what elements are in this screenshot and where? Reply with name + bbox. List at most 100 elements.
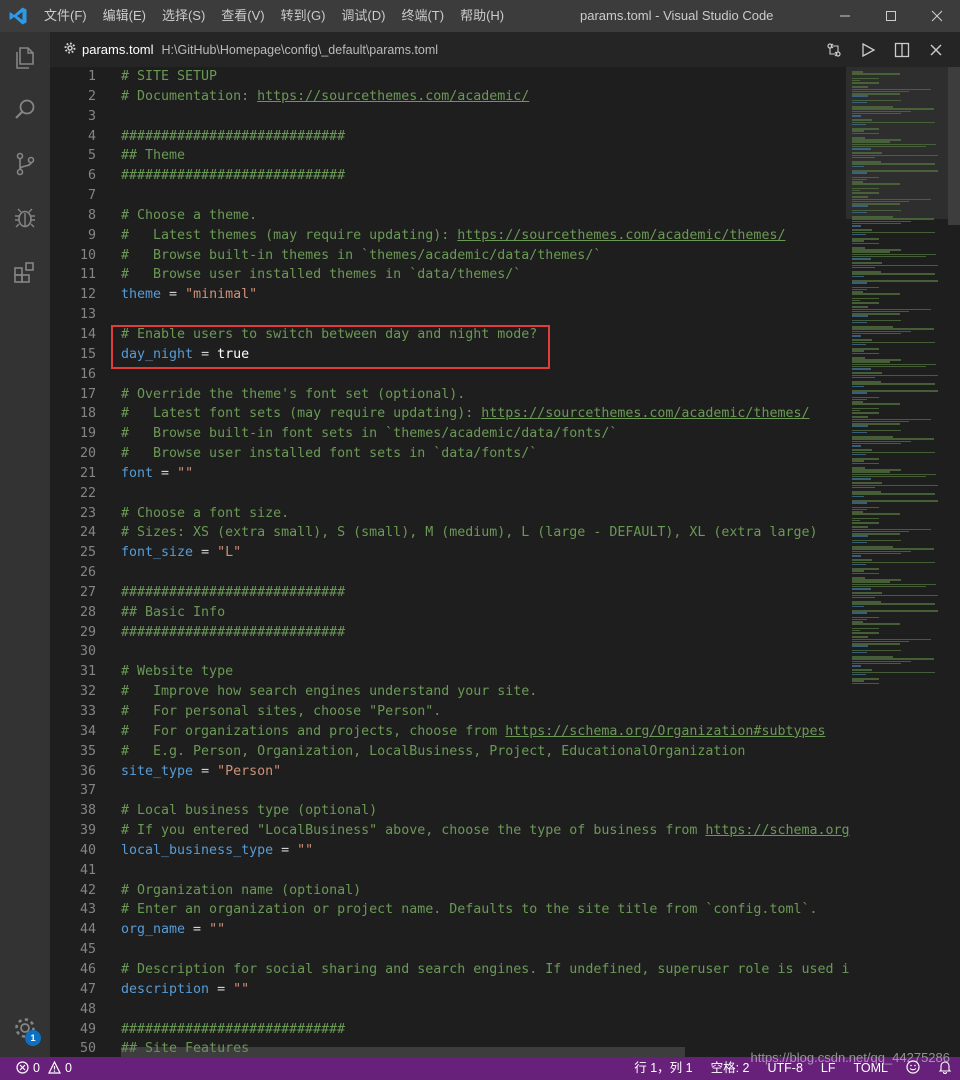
minimap-line bbox=[852, 563, 867, 566]
code-token: site_type bbox=[121, 763, 194, 779]
code-token: # Sizes: XS (extra small), S (small), M … bbox=[121, 525, 818, 541]
code-line: # Latest font sets (may require updating… bbox=[121, 404, 851, 424]
code-token: = bbox=[185, 922, 210, 938]
line-number: 47 bbox=[79, 981, 96, 997]
line-number: 11 bbox=[79, 267, 96, 283]
vertical-scrollbar[interactable] bbox=[948, 67, 960, 1057]
code-link[interactable]: https://sourcethemes.com/academic/themes… bbox=[457, 228, 785, 243]
minimap[interactable] bbox=[846, 67, 948, 1057]
indentation[interactable]: 空格: 2 bbox=[711, 1057, 750, 1080]
code-line: ############################ bbox=[121, 623, 851, 643]
minimize-icon[interactable] bbox=[822, 0, 868, 32]
minimap-line bbox=[852, 95, 869, 97]
code-link[interactable]: https://sourcethemes.com/academic/ bbox=[257, 89, 529, 104]
activity-bar: 1 bbox=[0, 32, 50, 1057]
run-play-icon[interactable] bbox=[858, 40, 878, 60]
code-token: # Browse user installed font sets in `da… bbox=[121, 446, 538, 462]
menu-item[interactable]: 编辑(E) bbox=[95, 0, 154, 32]
minimap-line bbox=[852, 233, 867, 236]
close-window-icon[interactable] bbox=[914, 0, 960, 32]
source-control-icon[interactable] bbox=[0, 140, 50, 188]
code-token: = bbox=[209, 981, 234, 997]
vscode-logo-icon bbox=[8, 6, 28, 26]
code-token: = bbox=[153, 465, 178, 481]
menu-item[interactable]: 查看(V) bbox=[213, 0, 272, 32]
line-number: 19 bbox=[79, 426, 96, 442]
minimap-line bbox=[852, 502, 868, 504]
horizontal-scrollbar-thumb[interactable] bbox=[121, 1047, 685, 1057]
extensions-icon[interactable] bbox=[0, 248, 50, 296]
cursor-position[interactable]: 行 1，列 1 bbox=[634, 1057, 692, 1080]
debug-icon[interactable] bbox=[0, 194, 50, 242]
code-line: font = "" bbox=[121, 464, 851, 484]
code-line: ​ bbox=[121, 642, 851, 662]
minimap-line bbox=[852, 513, 901, 515]
minimap-line bbox=[852, 273, 935, 275]
code-link[interactable]: https://sourcethemes.com/academic/themes… bbox=[481, 406, 809, 421]
minimap-line bbox=[852, 315, 869, 317]
code-line: # For personal sites, choose "Person". bbox=[121, 702, 851, 722]
line-number: 8 bbox=[87, 207, 96, 223]
code-token: ############################ bbox=[121, 584, 346, 600]
tab-params-toml[interactable]: params.toml H:\GitHub\Homepage\config\_d… bbox=[64, 32, 438, 67]
code-line: site_type = "Person" bbox=[121, 762, 851, 782]
menu-item[interactable]: 文件(F) bbox=[36, 0, 95, 32]
menu-item[interactable]: 转到(G) bbox=[273, 0, 334, 32]
minimap-line bbox=[852, 282, 868, 284]
code-line: ## Basic Info bbox=[121, 603, 851, 623]
editor-actions bbox=[824, 32, 946, 67]
menu-bar: 文件(F) 编辑(E) 选择(S) 查看(V) 转到(G) 调试(D) 终端(T) 帮助(H) bbox=[36, 0, 512, 32]
code-token: # Latest themes (may require updating): bbox=[121, 227, 458, 243]
line-number: 42 bbox=[79, 882, 96, 898]
line-number: 48 bbox=[79, 1001, 96, 1017]
code-content[interactable]: # SITE SETUP # Documentation: https://sou… bbox=[121, 67, 851, 1057]
vertical-scrollbar-thumb[interactable] bbox=[948, 67, 960, 225]
menu-item[interactable]: 调试(D) bbox=[333, 0, 393, 32]
problems-indicator[interactable]: 0 0 bbox=[16, 1057, 72, 1080]
minimap-line bbox=[852, 665, 861, 667]
line-number: 12 bbox=[79, 287, 96, 303]
minimap-line bbox=[852, 123, 867, 126]
minimap-line bbox=[852, 258, 871, 260]
code-token: "" bbox=[209, 922, 226, 938]
code-link[interactable]: https://schema.org bbox=[705, 823, 849, 838]
minimap-line bbox=[852, 486, 875, 489]
code-link[interactable]: https://schema.org/Organization#subtypes bbox=[505, 724, 825, 739]
code-line: ​ bbox=[121, 940, 851, 960]
open-changes-icon[interactable] bbox=[824, 40, 844, 60]
menu-item[interactable]: 选择(S) bbox=[154, 0, 213, 32]
menu-item[interactable]: 终端(T) bbox=[393, 0, 452, 32]
minimap-line bbox=[852, 425, 869, 427]
minimap-line bbox=[852, 495, 865, 498]
code-line: ​ bbox=[121, 305, 851, 325]
line-number: 40 bbox=[79, 842, 96, 858]
error-icon bbox=[16, 1060, 29, 1077]
code-token: # Description for social sharing and sea… bbox=[121, 961, 850, 977]
line-number: 43 bbox=[79, 902, 96, 918]
code-line: ############################ bbox=[121, 127, 851, 147]
minimap-line bbox=[852, 462, 879, 465]
line-number: 30 bbox=[79, 644, 96, 660]
line-number: 16 bbox=[79, 366, 96, 382]
line-number: 32 bbox=[79, 684, 96, 700]
minimap-line bbox=[852, 596, 875, 599]
minimap-line bbox=[852, 403, 901, 405]
line-number: 37 bbox=[79, 783, 96, 799]
split-editor-icon[interactable] bbox=[892, 40, 912, 60]
maximize-icon[interactable] bbox=[868, 0, 914, 32]
minimap-line bbox=[852, 645, 869, 647]
line-number: 35 bbox=[79, 743, 96, 759]
explorer-icon[interactable] bbox=[0, 34, 50, 82]
line-number: 20 bbox=[79, 446, 96, 462]
line-number: 22 bbox=[79, 485, 96, 501]
code-token: ## Theme bbox=[121, 148, 186, 164]
close-tab-icon[interactable] bbox=[926, 40, 946, 60]
line-number: 5 bbox=[87, 148, 96, 164]
search-icon[interactable] bbox=[0, 86, 50, 134]
line-number: 45 bbox=[79, 942, 96, 958]
minimap-line bbox=[852, 572, 879, 575]
code-editor[interactable]: 1 2 3 4 5 6 7 8 9 10 11 12 13 14 15 16 17 18 19 20 21 22 23 24 2… bbox=[50, 67, 960, 1057]
code-token: # Browse user installed themes in `data/… bbox=[121, 267, 522, 283]
minimap-line bbox=[852, 293, 901, 295]
settings-gear-icon[interactable]: 1 bbox=[0, 1004, 50, 1052]
